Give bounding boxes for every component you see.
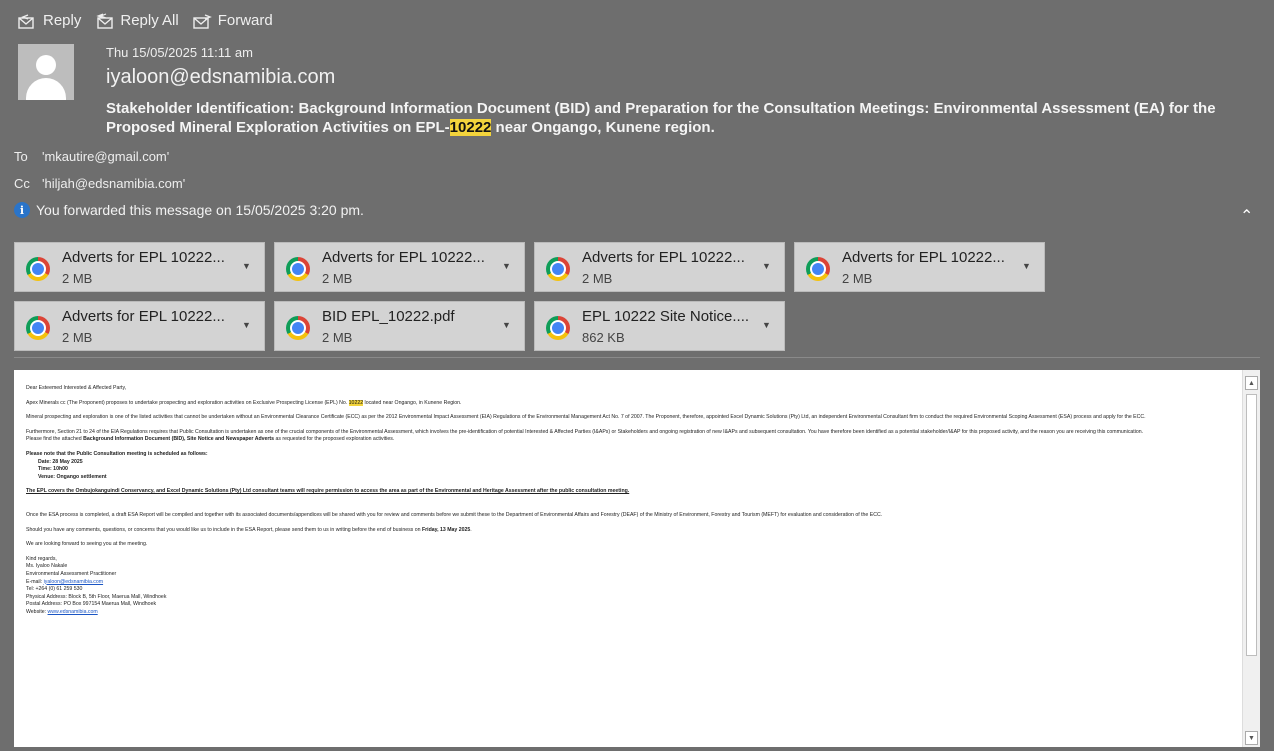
attachment-size: 2 MB (62, 330, 93, 345)
attachment-size: 2 MB (842, 271, 873, 286)
message-body: Dear Esteemed Interested & Affected Part… (14, 370, 1260, 747)
attachment-card[interactable]: Adverts for EPL 10222... 2 MB ▼ (14, 242, 265, 292)
meeting-date: Date: 28 May 2025 (38, 458, 83, 465)
body-paragraph: We are looking forward to seeing you at … (26, 541, 148, 548)
message-subject: Stakeholder Identification: Background I… (106, 100, 1216, 136)
attachment-size: 2 MB (322, 330, 353, 345)
attachment-card[interactable]: Adverts for EPL 10222... 2 MB ▼ (534, 242, 785, 292)
cc-recipient[interactable]: 'hiljah@edsnamibia.com' (42, 176, 185, 191)
reply-button[interactable]: Reply (18, 12, 81, 29)
message-toolbar: Reply Reply All Forward (18, 12, 273, 29)
email-link[interactable]: iyaloon@edsnamibia.com (44, 579, 103, 585)
body-paragraph: Please find the attached Background Info… (26, 436, 395, 443)
attachment-size: 2 MB (62, 271, 93, 286)
body-paragraph: Should you have any comments, questions,… (26, 526, 472, 533)
signature-title: Environmental Assessment Practitioner (26, 570, 117, 577)
attachment-card[interactable]: Adverts for EPL 10222... 2 MB ▼ (274, 242, 525, 292)
signature-name: Ms. Iyaloo Nakale (26, 563, 68, 570)
scroll-thumb[interactable] (1246, 394, 1257, 656)
signature-tel: Tel: +264 (0) 61 259 530 (26, 586, 83, 593)
reply-all-label: Reply All (120, 12, 179, 29)
attachment-size: 862 KB (582, 330, 625, 345)
to-recipient[interactable]: 'mkautire@gmail.com' (42, 149, 169, 164)
signature-website: Website: www.edsnamibia.com (26, 608, 98, 615)
attachment-dropdown-icon[interactable]: ▼ (1022, 261, 1031, 271)
cc-label: Cc (14, 176, 30, 191)
attachment-name: BID EPL_10222.pdf (322, 308, 455, 325)
signature-physical: Physical Address: Block B, 5th Floor, Ma… (26, 593, 167, 600)
website-link[interactable]: www.edsnamibia.com (48, 609, 98, 615)
body-paragraph: Furthermore, Section 21 to 24 of the EIA… (26, 428, 1144, 435)
collapse-header-icon[interactable]: ⌃ (1240, 206, 1253, 226)
attachment-card[interactable]: BID EPL_10222.pdf 2 MB ▼ (274, 301, 525, 351)
attachment-size: 2 MB (582, 271, 613, 286)
body-paragraph: The EPL covers the Ombujokanguindi Conse… (26, 488, 630, 495)
attachment-card[interactable]: EPL 10222 Site Notice.... 862 KB ▼ (534, 301, 785, 351)
attachment-name: Adverts for EPL 10222... (582, 249, 745, 266)
search-highlight: 10222 (449, 119, 492, 136)
chrome-icon (26, 316, 50, 340)
reply-icon (18, 13, 34, 29)
vertical-scrollbar[interactable]: ▲ ▼ (1242, 370, 1260, 747)
attachment-name: Adverts for EPL 10222... (322, 249, 485, 266)
chrome-icon (26, 257, 50, 281)
header-divider (14, 357, 1260, 358)
attachment-dropdown-icon[interactable]: ▼ (762, 261, 771, 271)
body-paragraph: Once the ESA process is completed, a dra… (26, 511, 883, 518)
meeting-venue: Venue: Ongango settlement (38, 473, 107, 480)
attachment-dropdown-icon[interactable]: ▼ (502, 320, 511, 330)
signature-regards: Kind regards, (26, 555, 57, 562)
meeting-time: Time: 10h00 (38, 466, 68, 473)
attachment-name: Adverts for EPL 10222... (842, 249, 1005, 266)
meeting-intro: Please note that the Public Consultation… (26, 450, 208, 457)
sender-address[interactable]: iyaloon@edsnamibia.com (106, 66, 335, 89)
forward-button[interactable]: Forward (193, 12, 273, 29)
forward-notice: i You forwarded this message on 15/05/20… (14, 202, 364, 218)
chrome-icon (286, 316, 310, 340)
attachment-name: Adverts for EPL 10222... (62, 308, 225, 325)
attachment-dropdown-icon[interactable]: ▼ (242, 261, 251, 271)
attachment-dropdown-icon[interactable]: ▼ (242, 320, 251, 330)
signature-email: E-mail: iyaloon@edsnamibia.com (26, 578, 104, 585)
reply-label: Reply (43, 12, 82, 29)
chrome-icon (806, 257, 830, 281)
sender-avatar (18, 44, 74, 100)
scroll-down-icon[interactable]: ▼ (1245, 731, 1258, 745)
chrome-icon (286, 257, 310, 281)
body-paragraph: Mineral prospecting and exploration is o… (26, 414, 1146, 421)
attachment-size: 2 MB (322, 271, 353, 286)
forward-notice-text: You forwarded this message on 15/05/2025… (36, 202, 364, 218)
attachment-dropdown-icon[interactable]: ▼ (502, 261, 511, 271)
info-icon: i (14, 202, 30, 218)
reply-all-button[interactable]: Reply All (95, 12, 179, 29)
chrome-icon (546, 316, 570, 340)
message-date: Thu 15/05/2025 11:11 am (106, 45, 253, 60)
attachment-name: EPL 10222 Site Notice.... (582, 308, 750, 325)
forward-icon (193, 13, 212, 29)
scroll-up-icon[interactable]: ▲ (1245, 376, 1258, 390)
signature-postal: Postal Address: PO Box 997154 Maerua Mal… (26, 601, 157, 608)
body-paragraph: Apex Minerals cc (The Proponent) propose… (26, 399, 462, 406)
attachment-card[interactable]: Adverts for EPL 10222... 2 MB ▼ (794, 242, 1045, 292)
to-label: To (14, 149, 28, 164)
attachment-dropdown-icon[interactable]: ▼ (762, 320, 771, 330)
chrome-icon (546, 257, 570, 281)
reply-all-icon (96, 12, 114, 29)
attachment-name: Adverts for EPL 10222... (62, 249, 225, 266)
greeting: Dear Esteemed Interested & Affected Part… (26, 385, 127, 391)
forward-label: Forward (217, 12, 273, 29)
attachment-card[interactable]: Adverts for EPL 10222... 2 MB ▼ (14, 301, 265, 351)
